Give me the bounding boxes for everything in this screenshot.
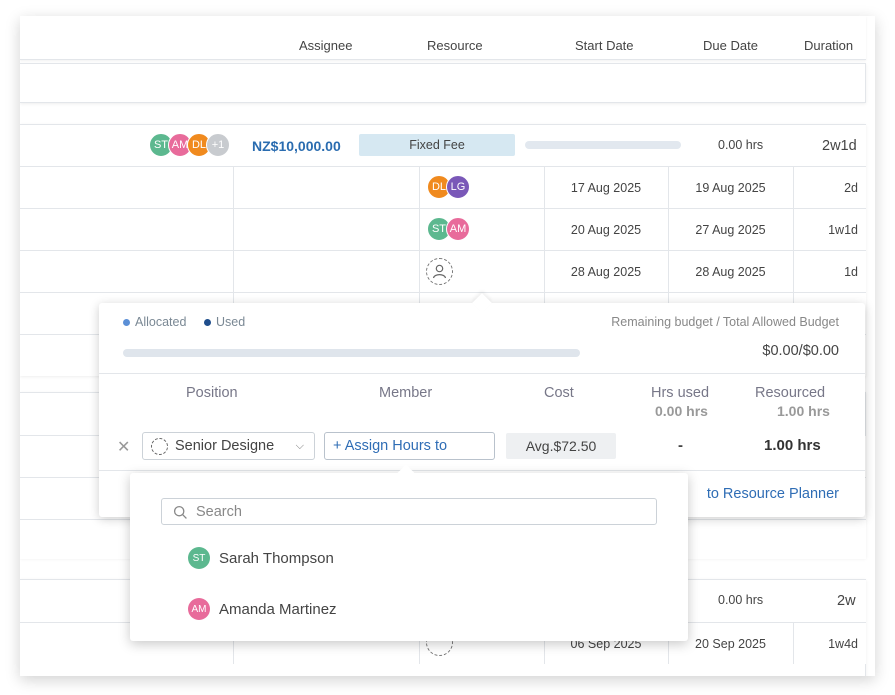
- member-search-input[interactable]: Search: [161, 498, 657, 525]
- duration[interactable]: 1w4d: [793, 637, 866, 651]
- member-option[interactable]: ST Sarah Thompson: [188, 547, 334, 569]
- cost-value: Avg.$72.50: [506, 433, 616, 459]
- col-cost: Cost: [544, 385, 574, 401]
- remove-row-close-icon[interactable]: ✕: [117, 437, 130, 457]
- avatar-overflow-count[interactable]: +1: [206, 133, 230, 157]
- duration[interactable]: 1w1d: [793, 223, 866, 237]
- hours-progress-bar: [525, 141, 681, 149]
- start-date[interactable]: 28 Aug 2025: [544, 265, 668, 279]
- schedule-frame: Assignee Resource Start Date Due Date Du…: [20, 16, 875, 676]
- resourced-value: 1.00 hrs: [764, 437, 821, 454]
- avatar: ST: [188, 547, 210, 569]
- due-date[interactable]: 28 Aug 2025: [668, 265, 793, 279]
- budget-progress-bar: [123, 349, 580, 357]
- task-row[interactable]: ST AM 20 Aug 2025 27 Aug 2025 1w1d: [20, 208, 866, 250]
- duration[interactable]: 2d: [793, 181, 866, 195]
- resourced-total: 1.00 hrs: [777, 403, 830, 419]
- due-date[interactable]: 27 Aug 2025: [668, 223, 793, 237]
- start-date[interactable]: 17 Aug 2025: [544, 181, 668, 195]
- task-row[interactable]: 28 Aug 2025 28 Aug 2025 1d: [20, 250, 866, 292]
- summary-duration: 2w: [837, 593, 856, 609]
- col-position: Position: [186, 385, 238, 401]
- avatar: AM: [188, 598, 210, 620]
- avatar[interactable]: LG: [446, 175, 470, 199]
- col-member: Member: [379, 385, 433, 401]
- col-assignee: Assignee: [299, 38, 353, 53]
- billing-type-badge: Fixed Fee: [359, 134, 515, 156]
- search-icon: [173, 505, 187, 519]
- summary-row[interactable]: ST AM DL +1 NZ$10,000.00 Fixed Fee 0.00 …: [20, 125, 866, 166]
- task-row[interactable]: DL LG 17 Aug 2025 19 Aug 2025 2d: [20, 166, 866, 208]
- budget-label: Remaining budget / Total Allowed Budget: [611, 315, 839, 329]
- budget-value: $0.00/$0.00: [762, 343, 839, 359]
- member-option[interactable]: AM Amanda Martinez: [188, 598, 337, 620]
- unassigned-user-icon[interactable]: [426, 258, 453, 285]
- summary-hours: 0.00 hrs: [718, 593, 764, 607]
- due-date[interactable]: 19 Aug 2025: [668, 181, 793, 195]
- hrs-used-total: 0.00 hrs: [655, 403, 708, 419]
- resource-planner-link[interactable]: to Resource Planner: [707, 486, 839, 502]
- col-duration: Duration: [804, 38, 854, 53]
- member-dropdown: Search ST Sarah Thompson AM Amanda Marti…: [130, 464, 688, 641]
- col-resourced: Resourced: [755, 385, 826, 401]
- fee-amount: NZ$10,000.00: [252, 138, 341, 154]
- hrs-used-value: -: [678, 437, 683, 454]
- summary-duration: 2w1d: [822, 138, 857, 154]
- legend-used: Used: [204, 315, 245, 329]
- table-header: Assignee Resource Start Date Due Date Du…: [20, 16, 866, 60]
- empty-group-row[interactable]: [20, 63, 866, 103]
- position-select[interactable]: Senior Designe ⌵: [142, 432, 315, 460]
- col-start-date: Start Date: [575, 38, 634, 53]
- assign-hours-button[interactable]: + Assign Hours to: [324, 432, 495, 460]
- chevron-down-icon: ⌵: [295, 439, 304, 452]
- avatar[interactable]: AM: [446, 217, 470, 241]
- position-user-icon: [151, 437, 168, 455]
- allocated-dot-icon: [123, 319, 130, 327]
- used-dot-icon: [204, 319, 211, 327]
- col-due-date: Due Date: [703, 38, 758, 53]
- col-hrs-used: Hrs used: [651, 385, 710, 401]
- col-resource: Resource: [427, 38, 483, 53]
- duration[interactable]: 1d: [793, 265, 866, 279]
- summary-hours: 0.00 hrs: [718, 138, 764, 152]
- legend-allocated: Allocated: [123, 315, 186, 329]
- start-date[interactable]: 20 Aug 2025: [544, 223, 668, 237]
